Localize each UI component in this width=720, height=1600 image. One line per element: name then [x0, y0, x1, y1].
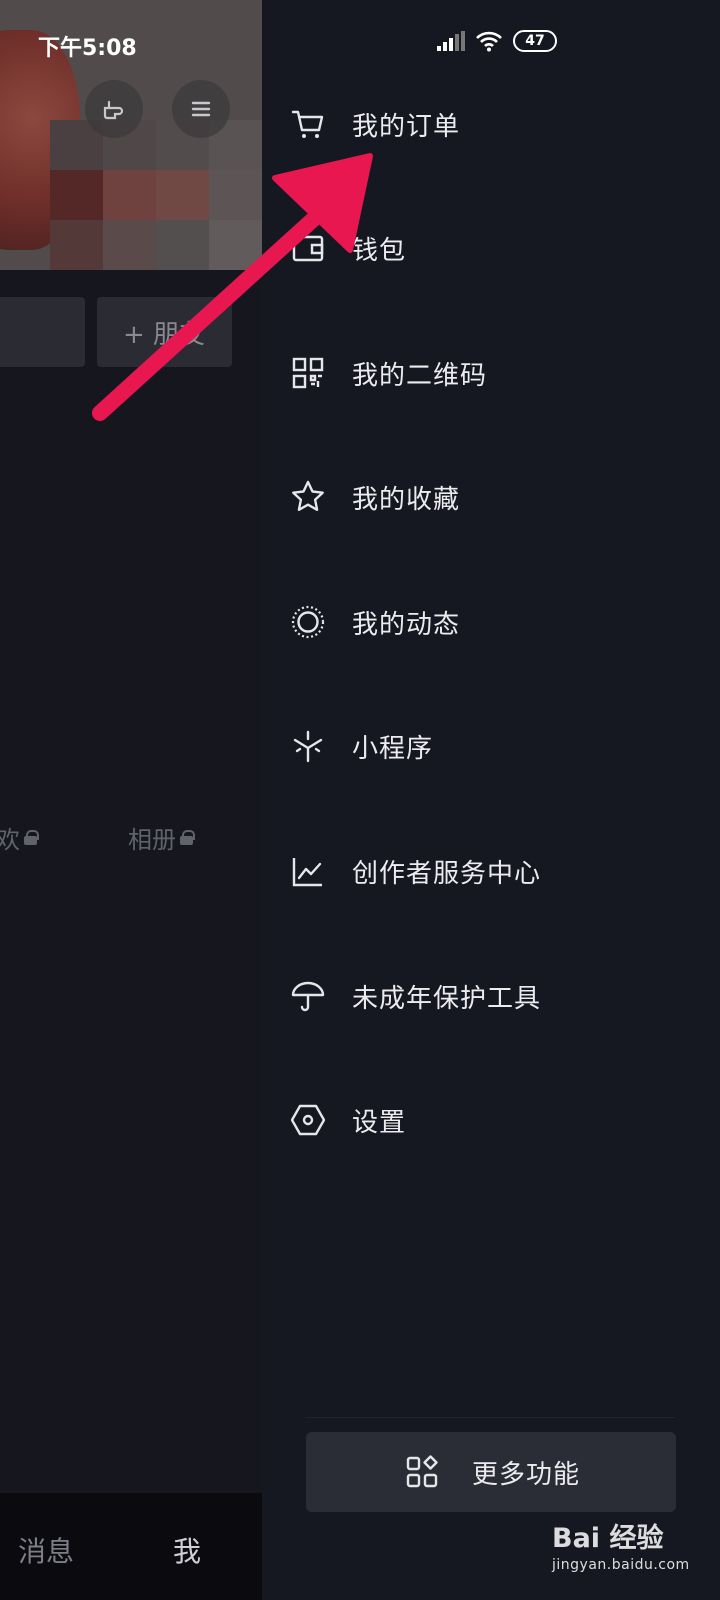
- baidu-jingyan-watermark: Bai 经验 jingyan.baidu.com: [552, 1523, 690, 1573]
- menu-item-my-orders[interactable]: 我的订单: [288, 89, 688, 159]
- more-features-button[interactable]: 更多功能: [306, 1432, 676, 1512]
- lock-icon: [180, 830, 195, 845]
- chart-line-icon: [288, 851, 328, 891]
- menu-item-moments[interactable]: 我的动态: [288, 587, 688, 657]
- menu-item-qr-code[interactable]: 我的二维码: [288, 338, 688, 408]
- nav-me[interactable]: 我: [173, 1530, 201, 1570]
- lock-icon: [24, 830, 39, 845]
- menu-item-wallet[interactable]: 钱包: [288, 213, 688, 283]
- qr-code-icon: [288, 353, 328, 393]
- hexagon-settings-icon: [288, 1100, 328, 1140]
- menu-item-mini-programs[interactable]: 小程序: [288, 711, 688, 781]
- tab-album[interactable]: 相册: [128, 820, 195, 855]
- signal-icon: [437, 31, 465, 51]
- drawer-divider: [305, 1417, 675, 1418]
- grid-apps-icon: [402, 1452, 442, 1492]
- umbrella-icon: [288, 976, 328, 1016]
- battery-indicator: 47: [513, 30, 557, 52]
- mini-program-icon: [288, 726, 328, 766]
- status-time: 下午5:08: [38, 36, 137, 61]
- status-icons: 47: [437, 30, 557, 52]
- menu-button[interactable]: [172, 80, 230, 138]
- wallet-icon: [288, 228, 328, 268]
- add-friend-button[interactable]: + 朋友: [97, 297, 232, 367]
- menu-item-settings[interactable]: 设置: [288, 1085, 688, 1155]
- hamburger-menu-icon: [191, 101, 211, 117]
- tab-likes[interactable]: 欢: [0, 820, 39, 855]
- wifi-icon: [476, 31, 502, 52]
- visitor-icon-button[interactable]: [85, 80, 143, 138]
- star-icon: [288, 477, 328, 517]
- shopping-cart-icon: [288, 104, 328, 144]
- menu-item-favorites[interactable]: 我的收藏: [288, 462, 688, 532]
- menu-item-minor-protection[interactable]: 未成年保护工具: [288, 961, 688, 1031]
- moments-circle-icon: [288, 602, 328, 642]
- hand-point-icon: [103, 100, 124, 120]
- menu-item-creator-center[interactable]: 创作者服务中心: [288, 836, 688, 906]
- profile-page-dimmed: + 朋友 欢 相册 消息 我: [0, 0, 262, 1600]
- nav-messages[interactable]: 消息: [18, 1530, 74, 1570]
- edit-profile-button[interactable]: [0, 297, 85, 367]
